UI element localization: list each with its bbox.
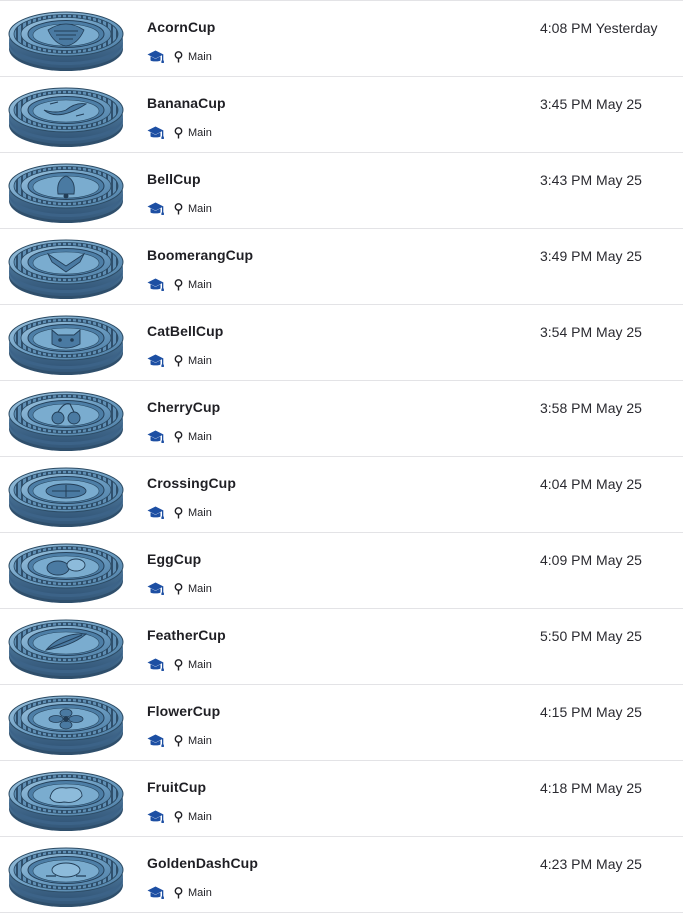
document-thumbnail[interactable] [6,764,126,834]
branch-pin-icon [174,51,183,63]
document-meta: Main [147,504,212,522]
branch-label: Main [188,735,212,747]
document-name[interactable]: EggCup [147,551,201,567]
document-thumbnail[interactable] [6,536,126,606]
document-row-eggcup[interactable]: EggCup Main 4:09 PM May 25 [0,533,683,609]
document-list: AcornCup Main 4:08 PM Yesterday BananaCu… [0,0,683,913]
document-name[interactable]: BananaCup [147,95,226,111]
document-thumbnail[interactable] [6,80,126,150]
document-thumbnail[interactable] [6,460,126,530]
graduation-cap-icon [147,506,164,520]
branch-label: Main [188,355,212,367]
graduation-cap-icon [147,50,164,64]
document-row-crossingcup[interactable]: CrossingCup Main 4:04 PM May 25 [0,457,683,533]
document-row-catbellcup[interactable]: CatBellCup Main 3:54 PM May 25 [0,305,683,381]
graduation-cap-icon [147,126,164,140]
document-meta: Main [147,656,212,674]
modified-time: 4:23 PM May 25 [540,856,642,872]
document-meta: Main [147,276,212,294]
modified-time: 4:04 PM May 25 [540,476,642,492]
modified-time: 5:50 PM May 25 [540,628,642,644]
branch-label: Main [188,659,212,671]
document-row-bananacup[interactable]: BananaCup Main 3:45 PM May 25 [0,77,683,153]
document-thumbnail[interactable] [6,612,126,682]
branch-label: Main [188,583,212,595]
graduation-cap-icon [147,582,164,596]
branch-pin-icon [174,355,183,367]
document-thumbnail[interactable] [6,4,126,74]
document-row-cherrycup[interactable]: CherryCup Main 3:58 PM May 25 [0,381,683,457]
document-thumbnail[interactable] [6,156,126,226]
graduation-cap-icon [147,354,164,368]
graduation-cap-icon [147,658,164,672]
document-meta: Main [147,124,212,142]
document-name[interactable]: FruitCup [147,779,206,795]
branch-pin-icon [174,203,183,215]
document-name[interactable]: GoldenDashCup [147,855,258,871]
document-meta: Main [147,884,212,902]
document-meta: Main [147,732,212,750]
branch-pin-icon [174,279,183,291]
branch-pin-icon [174,431,183,443]
document-thumbnail[interactable] [6,384,126,454]
document-meta: Main [147,352,212,370]
branch-pin-icon [174,583,183,595]
document-meta: Main [147,428,212,446]
modified-time: 4:09 PM May 25 [540,552,642,568]
modified-time: 3:58 PM May 25 [540,400,642,416]
graduation-cap-icon [147,430,164,444]
document-name[interactable]: BoomerangCup [147,247,253,263]
document-name[interactable]: CatBellCup [147,323,223,339]
branch-pin-icon [174,507,183,519]
graduation-cap-icon [147,202,164,216]
document-row-fruitcup[interactable]: FruitCup Main 4:18 PM May 25 [0,761,683,837]
document-meta: Main [147,808,212,826]
modified-time: 3:54 PM May 25 [540,324,642,340]
document-meta: Main [147,200,212,218]
document-row-feathercup[interactable]: FeatherCup Main 5:50 PM May 25 [0,609,683,685]
modified-time: 4:18 PM May 25 [540,780,642,796]
graduation-cap-icon [147,886,164,900]
branch-label: Main [188,887,212,899]
branch-pin-icon [174,659,183,671]
modified-time: 4:15 PM May 25 [540,704,642,720]
branch-pin-icon [174,811,183,823]
branch-pin-icon [174,735,183,747]
branch-label: Main [188,127,212,139]
graduation-cap-icon [147,278,164,292]
branch-label: Main [188,279,212,291]
modified-time: 3:45 PM May 25 [540,96,642,112]
branch-label: Main [188,507,212,519]
document-name[interactable]: FeatherCup [147,627,226,643]
document-thumbnail[interactable] [6,232,126,302]
branch-label: Main [188,203,212,215]
document-thumbnail[interactable] [6,308,126,378]
document-row-acorncup[interactable]: AcornCup Main 4:08 PM Yesterday [0,1,683,77]
branch-pin-icon [174,887,183,899]
branch-label: Main [188,431,212,443]
document-name[interactable]: CherryCup [147,399,220,415]
modified-time: 4:08 PM Yesterday [540,20,658,36]
document-row-boomerangcup[interactable]: BoomerangCup Main 3:49 PM May 25 [0,229,683,305]
document-name[interactable]: CrossingCup [147,475,236,491]
document-meta: Main [147,48,212,66]
document-name[interactable]: BellCup [147,171,201,187]
graduation-cap-icon [147,810,164,824]
document-meta: Main [147,580,212,598]
graduation-cap-icon [147,734,164,748]
document-row-flowercup[interactable]: FlowerCup Main 4:15 PM May 25 [0,685,683,761]
branch-label: Main [188,811,212,823]
branch-label: Main [188,51,212,63]
branch-pin-icon [174,127,183,139]
document-name[interactable]: FlowerCup [147,703,220,719]
modified-time: 3:49 PM May 25 [540,248,642,264]
document-row-goldendashcup[interactable]: GoldenDashCup Main 4:23 PM May 25 [0,837,683,913]
document-row-bellcup[interactable]: BellCup Main 3:43 PM May 25 [0,153,683,229]
document-thumbnail[interactable] [6,840,126,910]
document-name[interactable]: AcornCup [147,19,215,35]
document-thumbnail[interactable] [6,688,126,758]
modified-time: 3:43 PM May 25 [540,172,642,188]
